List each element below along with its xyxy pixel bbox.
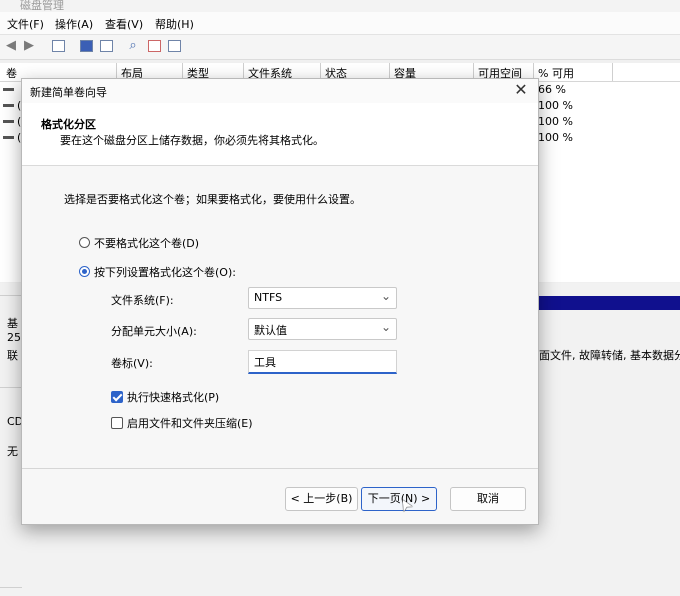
settings-pane-icon[interactable] bbox=[168, 40, 181, 52]
file-system-select[interactable]: NTFS ⌄ bbox=[248, 287, 397, 309]
close-icon[interactable]: ✕ bbox=[512, 81, 530, 99]
app-titlebar: 磁盘管理 bbox=[0, 0, 680, 12]
file-system-label: 文件系统(F): bbox=[111, 294, 174, 307]
new-simple-volume-wizard: 新建简单卷向导 ✕ 格式化分区 要在这个磁盘分区上储存数据，你必须先将其格式化。… bbox=[21, 78, 539, 525]
page-description: 要在这个磁盘分区上储存数据，你必须先将其格式化。 bbox=[60, 134, 324, 147]
dialog-title: 新建简单卷向导 bbox=[30, 86, 107, 99]
allocation-unit-select[interactable]: 默认值 ⌄ bbox=[248, 318, 397, 340]
no-format-label[interactable]: 不要格式化这个卷(D) bbox=[94, 235, 199, 251]
back-arrow-icon[interactable]: ◀ bbox=[4, 39, 18, 53]
drive-icon bbox=[3, 136, 14, 139]
partition-description: 面文件, 故障转储, 基本数据分 bbox=[539, 349, 680, 362]
back-button[interactable]: < 上一步(B) bbox=[285, 487, 358, 511]
row-percent-free: 100 % bbox=[538, 115, 573, 128]
menu-help[interactable]: 帮助(H) bbox=[155, 16, 194, 32]
menu-bar: 文件(F) 操作(A) 查看(V) 帮助(H) bbox=[0, 12, 680, 35]
chevron-down-icon: ⌄ bbox=[380, 320, 391, 334]
drive-icon bbox=[3, 88, 14, 91]
row-percent-free: 66 % bbox=[538, 83, 566, 96]
quick-format-checkbox[interactable] bbox=[111, 391, 123, 403]
col-volume[interactable]: 卷 bbox=[6, 65, 17, 81]
partition-header-bar bbox=[537, 296, 680, 310]
forward-arrow-icon[interactable]: ▶ bbox=[22, 39, 36, 53]
menu-action[interactable]: 操作(A) bbox=[55, 16, 93, 32]
page-title: 格式化分区 bbox=[41, 118, 96, 131]
help-icon[interactable] bbox=[80, 40, 93, 52]
row-percent-free: 100 % bbox=[538, 99, 573, 112]
connect-icon[interactable]: ⌕ bbox=[126, 39, 140, 53]
disk-status: 联 bbox=[7, 349, 18, 362]
disk-label: 基 bbox=[7, 317, 18, 330]
format-radio[interactable] bbox=[79, 266, 90, 277]
instruction-text: 选择是否要格式化这个卷；如果要格式化，要使用什么设置。 bbox=[64, 193, 361, 206]
properties-icon[interactable] bbox=[100, 40, 113, 52]
col-percent-free[interactable]: % 可用 bbox=[538, 65, 574, 81]
menu-file[interactable]: 文件(F) bbox=[7, 16, 44, 32]
console-tree-icon[interactable] bbox=[52, 40, 65, 52]
cd-status: 无 bbox=[7, 445, 18, 458]
disk-size: 25 bbox=[7, 331, 21, 344]
format-label[interactable]: 按下列设置格式化这个卷(O): bbox=[94, 264, 236, 280]
footer-divider bbox=[22, 468, 538, 469]
checklist-icon[interactable] bbox=[148, 40, 161, 52]
cancel-button[interactable]: 取消 bbox=[450, 487, 526, 511]
quick-format-label[interactable]: 执行快速格式化(P) bbox=[127, 389, 219, 405]
volume-label-input[interactable]: 工具 bbox=[248, 350, 397, 374]
no-format-radio[interactable] bbox=[79, 237, 90, 248]
drive-icon bbox=[3, 120, 14, 123]
dialog-titlebar[interactable]: 新建简单卷向导 ✕ bbox=[22, 79, 538, 103]
wizard-header: 格式化分区 要在这个磁盘分区上储存数据，你必须先将其格式化。 bbox=[22, 103, 538, 166]
volume-label-label: 卷标(V): bbox=[111, 357, 153, 370]
toolbar: ◀ ▶ ⌕ bbox=[0, 35, 680, 60]
chevron-down-icon: ⌄ bbox=[380, 289, 391, 303]
allocation-unit-label: 分配单元大小(A): bbox=[111, 325, 197, 338]
compression-label[interactable]: 启用文件和文件夹压缩(E) bbox=[127, 415, 253, 431]
drive-icon bbox=[3, 104, 14, 107]
menu-view[interactable]: 查看(V) bbox=[105, 16, 143, 32]
compression-checkbox[interactable] bbox=[111, 417, 123, 429]
row-percent-free: 100 % bbox=[538, 131, 573, 144]
